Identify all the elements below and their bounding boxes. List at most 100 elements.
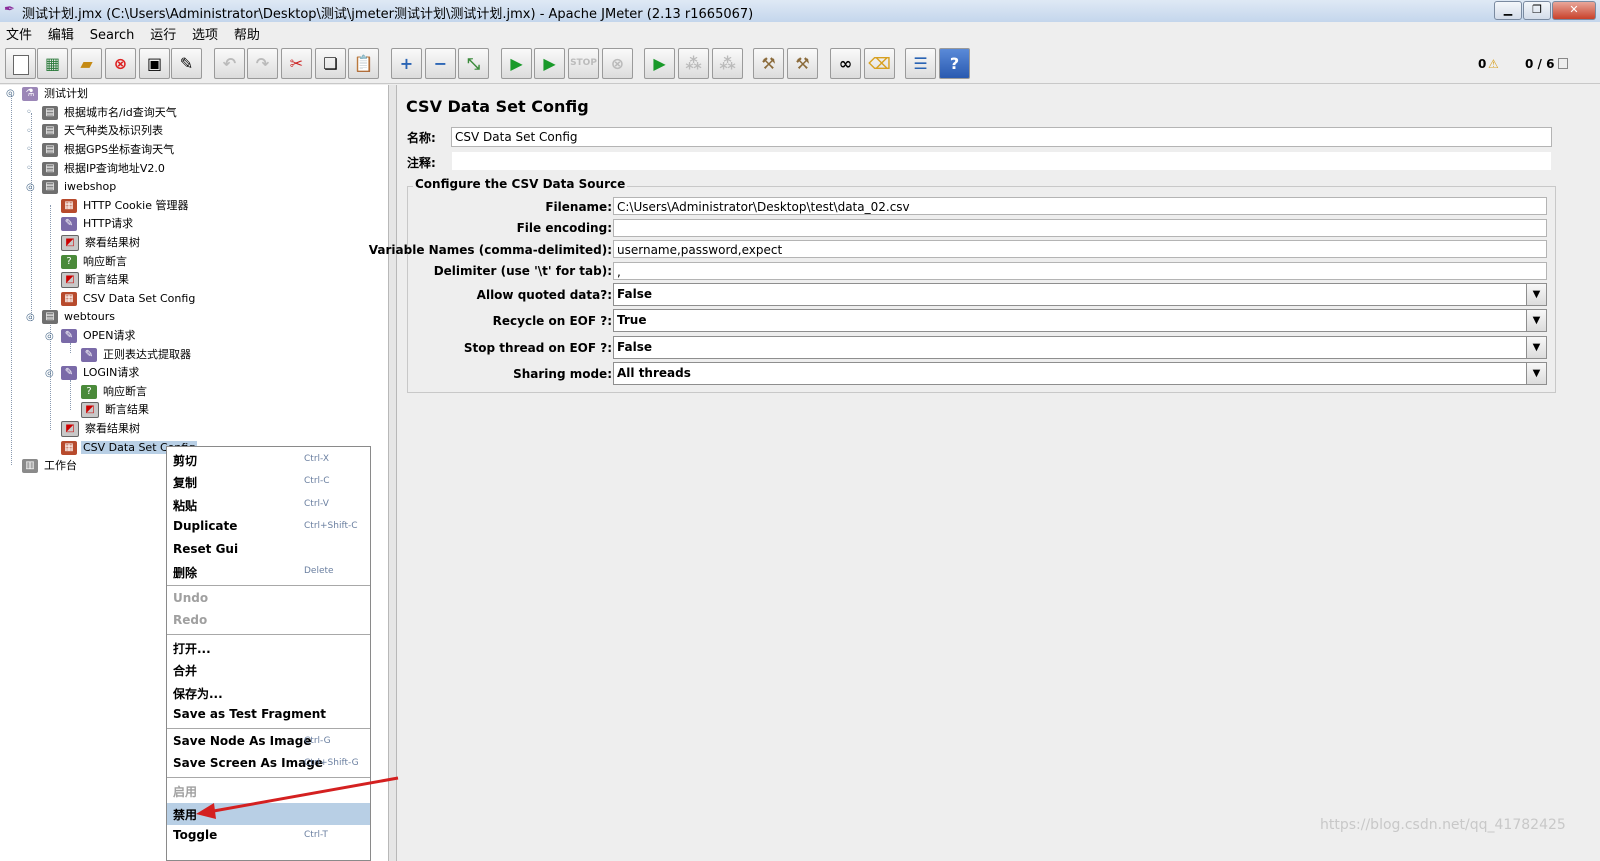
copy-icon[interactable]: ❏ (315, 48, 346, 79)
clear-all-icon[interactable]: ⚒ (787, 48, 818, 79)
tree-node-csv-config-1[interactable]: ▦ CSV Data Set Config (61, 290, 197, 308)
save-icon[interactable]: ▣ (139, 48, 170, 79)
tree-node-results-tree[interactable]: ◩ 察看结果树 (61, 234, 142, 252)
tree-node-open-request[interactable]: ✎ OPEN请求 (61, 327, 137, 345)
menu-options[interactable]: 选项 (186, 22, 224, 43)
menu-item-save-fragment[interactable]: Save as Test Fragment (167, 704, 370, 726)
tree-node-response-assertion[interactable]: ? 响应断言 (61, 253, 129, 271)
menu-item-redo[interactable]: Redo (167, 610, 370, 632)
menu-edit[interactable]: 编辑 (42, 22, 80, 43)
encoding-field[interactable] (613, 219, 1547, 237)
post-processor-icon: ✎ (81, 348, 97, 362)
save-as-icon[interactable]: ✎ (171, 48, 202, 79)
menu-item-save-screen-image[interactable]: Save Screen As Image Ctrl+Shift-G (167, 753, 370, 775)
close-window-button[interactable]: ✕ (1552, 1, 1596, 20)
tree-node-iwebshop[interactable]: ▤ iwebshop (42, 178, 118, 196)
delimiter-field[interactable]: , (613, 262, 1547, 280)
quoted-select[interactable]: False ▼ (613, 283, 1547, 306)
tree-node-http-request[interactable]: ✎ HTTP请求 (61, 215, 135, 233)
varnames-field[interactable]: username,password,expect (613, 240, 1547, 258)
menu-help[interactable]: 帮助 (228, 22, 266, 43)
remote-stop-icon[interactable]: ⁂ (678, 48, 709, 79)
menu-run[interactable]: 运行 (144, 22, 182, 43)
start-icon[interactable]: ▶ (501, 48, 532, 79)
menu-search[interactable]: Search (84, 26, 141, 43)
chevron-down-icon[interactable]: ▼ (1526, 363, 1546, 384)
tree-node-login-assertion-results[interactable]: ◩ 断言结果 (81, 401, 151, 419)
menu-file[interactable]: 文件 (0, 22, 38, 43)
stop-icon[interactable]: STOP (568, 48, 599, 79)
sharing-select[interactable]: All threads ▼ (613, 362, 1547, 385)
chevron-down-icon[interactable]: ▼ (1526, 310, 1546, 331)
comment-field[interactable] (451, 151, 1552, 171)
menu-item-reset-gui[interactable]: Reset Gui (167, 539, 370, 561)
filename-field[interactable]: C:\Users\Administrator\Desktop\test\data… (613, 197, 1547, 215)
open-icon[interactable]: ▰ (71, 48, 102, 79)
config-element-icon: ▦ (61, 441, 77, 455)
templates-icon[interactable]: ▦ (37, 48, 68, 79)
recycle-select[interactable]: True ▼ (613, 309, 1547, 332)
tree-node-workbench[interactable]: ▥ 工作台 (22, 457, 79, 475)
chevron-down-icon[interactable]: ▼ (1526, 337, 1546, 358)
tree-node-cookie-manager[interactable]: ▦ HTTP Cookie 管理器 (61, 197, 190, 215)
new-icon[interactable] (5, 48, 36, 79)
start-no-pause-icon[interactable]: ▶ (534, 48, 565, 79)
name-field[interactable]: CSV Data Set Config (451, 127, 1552, 147)
cut-icon[interactable]: ✂ (281, 48, 312, 79)
search-icon[interactable]: ∞ (830, 48, 861, 79)
menu-item-save-as[interactable]: 保存为... (167, 682, 370, 704)
menu-item-disable[interactable]: 禁用 (167, 803, 370, 825)
menu-item-undo[interactable]: Undo (167, 588, 370, 610)
thread-group-icon: ▤ (42, 162, 58, 176)
stop-select[interactable]: False ▼ (613, 336, 1547, 359)
menu-item-save-node-image[interactable]: Save Node As Image Ctrl-G (167, 731, 370, 753)
toggle-icon[interactable]: ⤡ (458, 48, 489, 79)
thread-group-icon: ▤ (42, 310, 58, 324)
csv-source-title: Configure the CSV Data Source (413, 177, 628, 191)
shutdown-icon[interactable]: ⊗ (602, 48, 633, 79)
tree-node-thread-group-4[interactable]: ▤ 根据IP查询地址V2.0 (42, 160, 167, 178)
reset-search-icon[interactable]: ⌫ (864, 48, 895, 79)
paste-icon[interactable]: 📋 (348, 48, 379, 79)
menu-item-open[interactable]: 打开... (167, 637, 370, 659)
menu-item-paste[interactable]: 粘贴 Ctrl-V (167, 494, 370, 516)
tree-node-thread-group-2[interactable]: ▤ 天气种类及标识列表 (42, 122, 165, 140)
test-plan-icon: ⚗ (22, 87, 38, 101)
menu-item-cut[interactable]: 剪切 Ctrl-X (167, 449, 370, 471)
clear-icon[interactable]: ⚒ (753, 48, 784, 79)
menu-bar: 文件 编辑 Search 运行 选项 帮助 (0, 22, 1600, 43)
collapse-icon[interactable]: − (425, 48, 456, 79)
tree-node-test-plan[interactable]: ⚗ 测试计划 (22, 85, 90, 103)
chevron-down-icon[interactable]: ▼ (1526, 284, 1546, 305)
remote-shutdown-icon[interactable]: ⁂ (712, 48, 743, 79)
function-helper-icon[interactable]: ☰ (905, 48, 936, 79)
help-icon[interactable]: ? (939, 48, 970, 79)
redo-icon[interactable]: ↷ (247, 48, 278, 79)
tree-node-thread-group-3[interactable]: ▤ 根据GPS坐标查询天气 (42, 141, 176, 159)
close-icon[interactable]: ⊗ (105, 48, 136, 79)
tree-node-assertion-results[interactable]: ◩ 断言结果 (61, 271, 131, 289)
split-pane-divider[interactable] (389, 85, 397, 861)
undo-icon[interactable]: ↶ (214, 48, 245, 79)
listener-icon: ◩ (61, 235, 79, 251)
log-viewer-toggle[interactable] (1558, 58, 1568, 69)
minimize-button[interactable]: ▁ (1494, 1, 1522, 20)
menu-item-copy[interactable]: 复制 Ctrl-C (167, 471, 370, 493)
maximize-button[interactable]: ❐ (1523, 1, 1551, 20)
sharing-label: Sharing mode: (513, 367, 612, 381)
tree-node-webtours[interactable]: ▤ webtours (42, 308, 117, 326)
filename-label: Filename: (545, 200, 612, 214)
menu-item-toggle[interactable]: Toggle Ctrl-T (167, 825, 370, 847)
tree-node-regex-extractor[interactable]: ✎ 正则表达式提取器 (81, 346, 193, 364)
warning-icon[interactable]: ⚠ (1488, 57, 1499, 71)
menu-item-enable[interactable]: 启用 (167, 780, 370, 802)
menu-item-delete[interactable]: 删除 Delete (167, 561, 370, 583)
tree-node-webtours-results-tree[interactable]: ◩ 察看结果树 (61, 420, 142, 438)
tree-node-login-assertion[interactable]: ? 响应断言 (81, 383, 149, 401)
expand-icon[interactable]: + (391, 48, 422, 79)
menu-item-merge[interactable]: 合并 (167, 659, 370, 681)
remote-start-icon[interactable]: ▶ (644, 48, 675, 79)
tree-node-thread-group-1[interactable]: ▤ 根据城市名/id查询天气 (42, 104, 179, 122)
menu-item-duplicate[interactable]: Duplicate Ctrl+Shift-C (167, 516, 370, 538)
tree-node-login-request[interactable]: ✎ LOGIN请求 (61, 364, 141, 382)
